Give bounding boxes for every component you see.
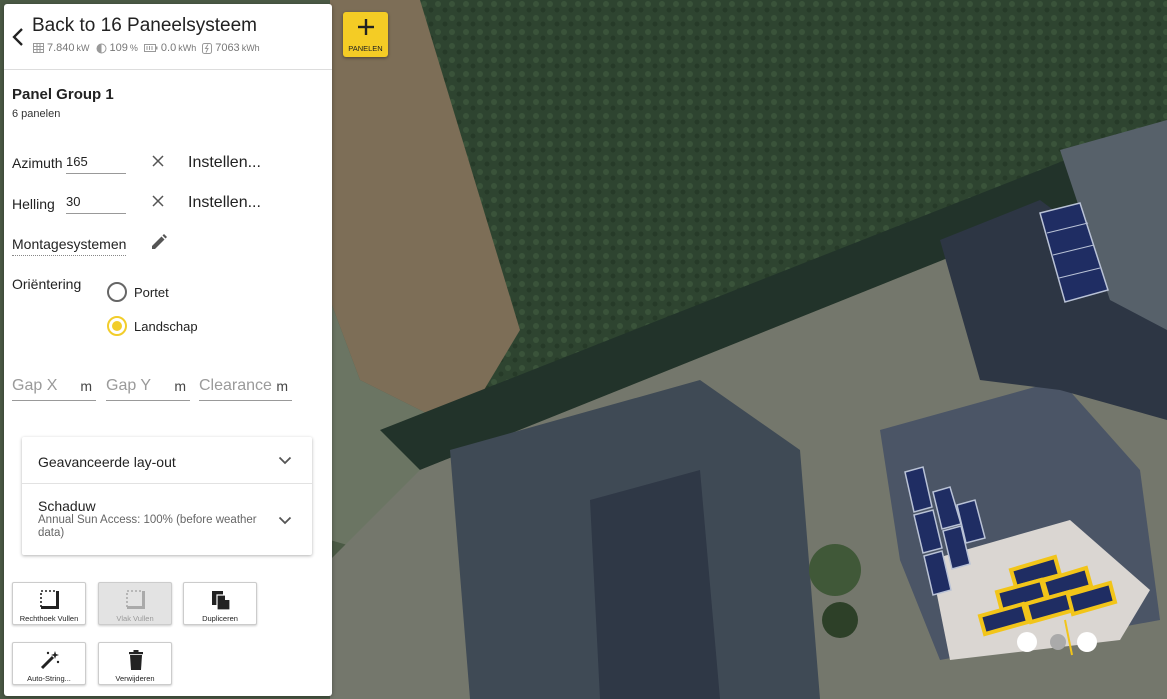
rectangle-fill-button[interactable]: Rechthoek Vullen	[12, 582, 86, 625]
shade-panel[interactable]: Schaduw Annual Sun Access: 100% (before …	[22, 484, 312, 554]
stat-production-unit: kWh	[241, 43, 260, 53]
sun-percent-icon	[96, 43, 107, 53]
duplicate-button[interactable]: Dupliceren	[183, 582, 257, 625]
plus-icon	[358, 19, 374, 35]
stat-offset: 109%	[96, 42, 138, 54]
azimuth-label: Azimuth	[12, 155, 63, 171]
stat-battery: 0.0 kWh	[143, 42, 197, 54]
duplicate-icon	[212, 591, 231, 611]
clearance-unit: m	[276, 378, 288, 394]
rectangle-fill-icon	[40, 590, 59, 609]
advanced-layout-panel[interactable]: Geavanceerde lay-out	[22, 437, 312, 484]
duplicate-label: Dupliceren	[202, 614, 238, 623]
chevron-down-icon	[278, 516, 292, 525]
settings-accordion: Geavanceerde lay-out Schaduw Annual Sun …	[22, 437, 312, 555]
panel-grid-icon	[33, 43, 44, 53]
delete-button[interactable]: Verwijderen	[98, 642, 172, 685]
gap-y-field: m	[106, 375, 190, 401]
battery-icon	[143, 44, 158, 52]
stat-battery-value: 0.0	[160, 42, 177, 54]
stat-production: 7063 kWh	[202, 42, 260, 54]
panel-group-editor: Back to 16 Paneelsysteem 7.840 kW 109% 0…	[4, 4, 332, 696]
orientation-landscape-radio[interactable]	[107, 316, 127, 336]
tilt-label: Helling	[12, 196, 55, 212]
editor-header: Back to 16 Paneelsysteem 7.840 kW 109% 0…	[4, 4, 332, 70]
auto-string-button[interactable]: Auto-String...	[12, 642, 86, 685]
stat-offset-value: 109	[109, 42, 128, 54]
group-title: Panel Group 1	[12, 86, 114, 103]
add-panels-button[interactable]: PANELEN	[343, 12, 388, 57]
add-panels-label: PANELEN	[348, 44, 383, 53]
stat-production-value: 7063	[215, 42, 240, 54]
area-fill-icon	[126, 590, 145, 609]
tilt-input[interactable]	[66, 193, 126, 214]
stat-power-value: 7.840	[47, 42, 75, 54]
system-stats: 7.840 kW 109% 0.0 kWh 7063 kWh	[33, 42, 266, 54]
tilt-set-button[interactable]: Instellen...	[188, 194, 261, 212]
lightning-icon	[202, 42, 213, 54]
clearance-field: m	[199, 375, 292, 401]
shade-sun-access: Annual Sun Access: 100% (before weather …	[38, 514, 257, 539]
group-panel-count: 6 panelen	[12, 108, 61, 120]
tilt-clear-icon[interactable]	[150, 193, 166, 209]
orientation-portrait-label[interactable]: Portet	[134, 285, 169, 300]
area-fill-label: Vlak Vullen	[116, 614, 154, 623]
auto-string-label: Auto-String...	[27, 674, 71, 683]
stat-power-unit: kW	[76, 43, 90, 53]
gap-y-unit: m	[174, 378, 186, 394]
stat-offset-unit: %	[129, 43, 138, 53]
stat-power: 7.840 kW	[33, 42, 90, 54]
area-fill-button[interactable]: Vlak Vullen	[98, 582, 172, 625]
azimuth-input[interactable]	[66, 153, 126, 174]
advanced-layout-title: Geavanceerde lay-out	[38, 454, 176, 470]
back-arrow-icon[interactable]	[8, 24, 30, 50]
orientation-label: Oriëntering	[12, 276, 82, 292]
gap-x-unit: m	[80, 378, 92, 394]
orientation-landscape-label[interactable]: Landschap	[134, 319, 198, 334]
orientation-portrait-radio[interactable]	[107, 282, 127, 302]
gap-x-field: m	[12, 375, 96, 401]
rectangle-fill-label: Rechthoek Vullen	[19, 614, 79, 623]
trash-icon	[129, 650, 143, 670]
stat-battery-unit: kWh	[178, 43, 197, 53]
shade-title: Schaduw	[38, 498, 96, 514]
delete-label: Verwijderen	[115, 674, 155, 683]
chevron-down-icon	[278, 456, 292, 465]
azimuth-clear-icon[interactable]	[150, 153, 166, 169]
azimuth-set-button[interactable]: Instellen...	[188, 154, 261, 172]
back-to-system-title[interactable]: Back to 16 Paneelsysteem	[32, 15, 257, 37]
edit-pencil-icon[interactable]	[150, 233, 168, 251]
mounting-systems-label[interactable]: Montagesystemen	[12, 236, 127, 256]
magic-wand-icon	[40, 651, 60, 670]
